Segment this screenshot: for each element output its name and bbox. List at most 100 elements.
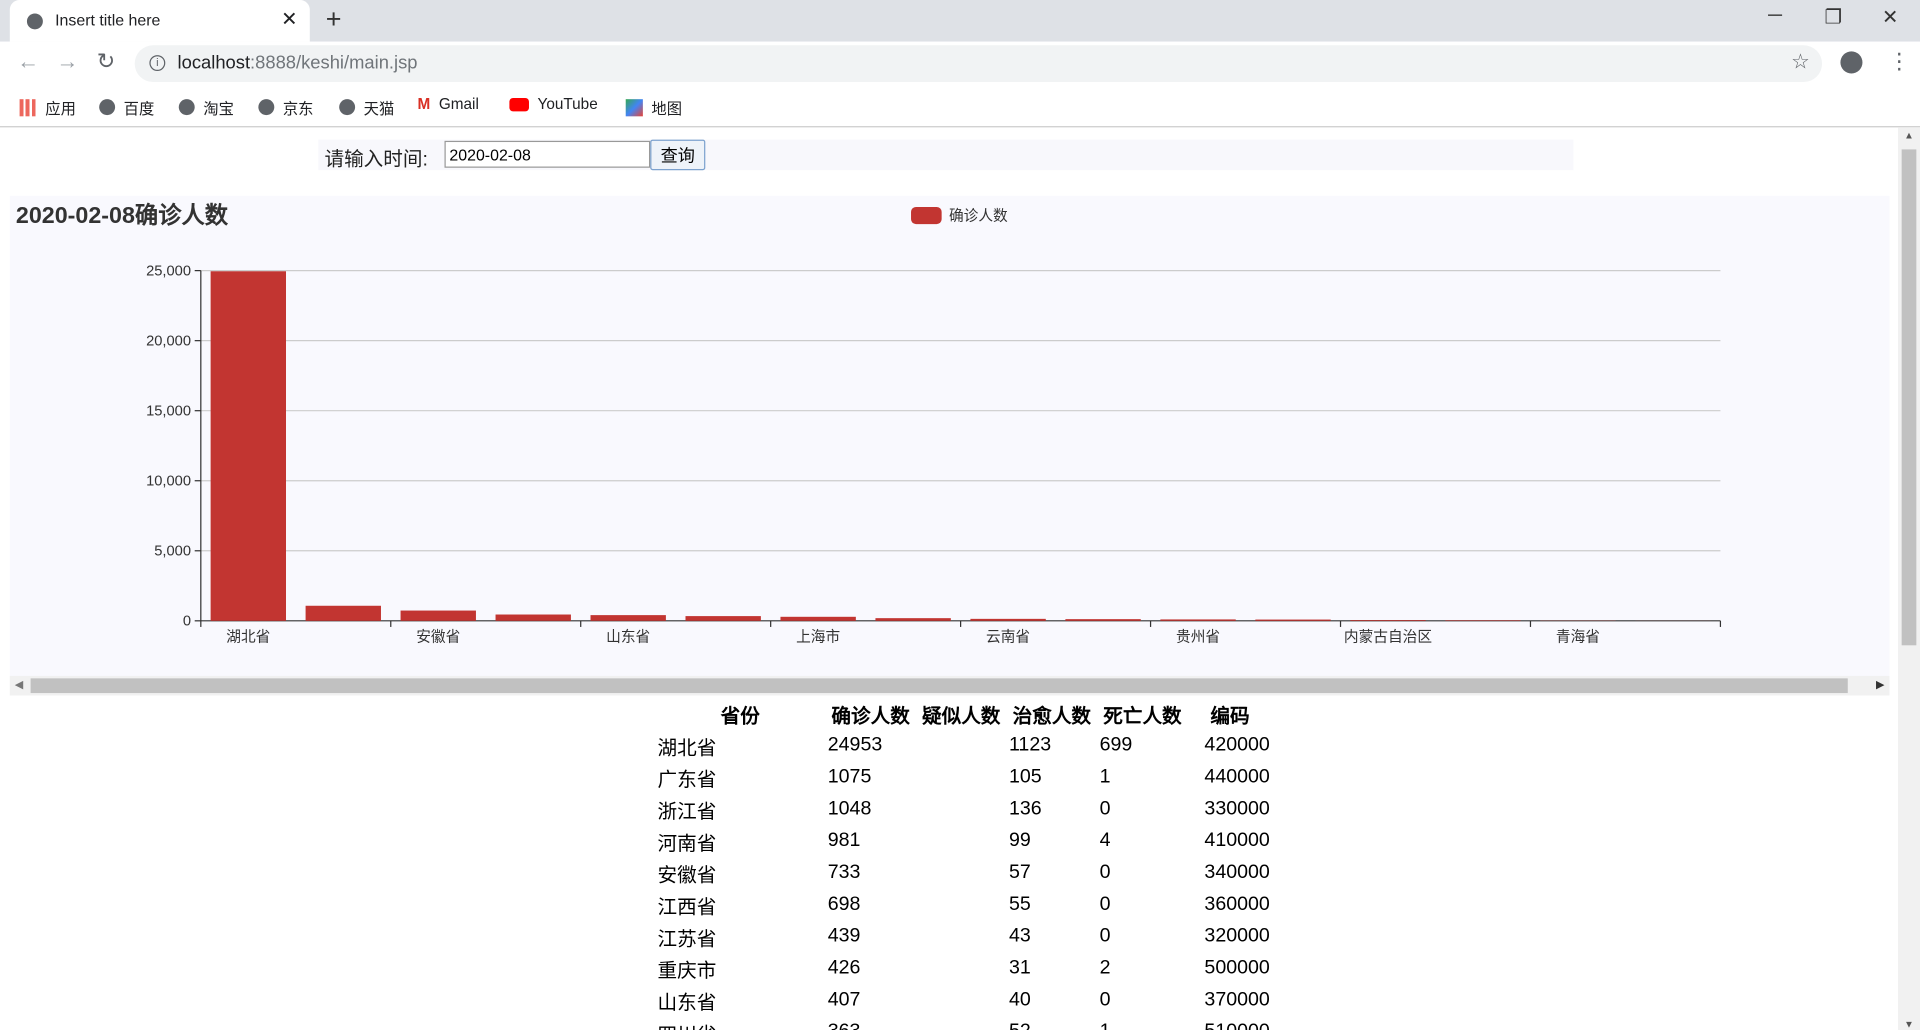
query-button[interactable]: 查询 — [650, 139, 706, 171]
bookmark-maps[interactable]: 地图 — [625, 96, 683, 119]
table-cell: 363 — [825, 1016, 916, 1030]
bar — [1255, 619, 1331, 621]
table-cell: 0 — [1099, 989, 1111, 1011]
url-host: localhost — [177, 52, 251, 74]
table-cell: 1123 — [1008, 734, 1052, 756]
y-tick-label: 25,000 — [146, 264, 191, 280]
close-tab-icon[interactable]: ✕ — [281, 7, 297, 31]
maps-icon — [625, 98, 643, 116]
vertical-scroll-thumb[interactable] — [1901, 149, 1917, 646]
window-close-icon[interactable]: ✕ — [1882, 5, 1898, 29]
table-cell: 重庆市 — [657, 961, 717, 983]
y-tick-label: 15,000 — [146, 404, 191, 420]
bookmark-label: 淘宝 — [203, 100, 234, 118]
url-path: :8888/keshi/main.jsp — [250, 52, 418, 74]
bookmark-tmall[interactable]: 天猫 — [339, 96, 394, 119]
horizontal-scrollbar[interactable]: ◀ ▶ — [9, 675, 1890, 696]
table-cell: 1 — [1097, 1016, 1188, 1030]
table-cell: 2 — [1099, 957, 1111, 979]
bar — [305, 605, 381, 621]
horizontal-scroll-thumb[interactable] — [30, 678, 1848, 694]
x-tick-label: 安徽省 — [416, 629, 460, 646]
table-cell: 699 — [1099, 734, 1133, 756]
profile-avatar-icon[interactable] — [1840, 51, 1863, 74]
forward-icon[interactable]: → — [56, 49, 78, 75]
table-cell: 99 — [1008, 830, 1031, 852]
x-tick-label: 湖北省 — [226, 629, 270, 646]
scroll-down-icon[interactable]: ▼ — [1904, 1019, 1914, 1030]
table-cell — [916, 921, 1007, 953]
table-cell: 40 — [1008, 989, 1031, 1011]
browser-tab[interactable]: Insert title here ✕ — [9, 0, 310, 42]
date-input[interactable] — [444, 140, 651, 168]
gmail-icon: M — [417, 95, 431, 113]
table-row: 浙江省 1048 136 0 330000 — [655, 793, 1272, 825]
back-icon[interactable]: ← — [17, 49, 39, 75]
bar — [1350, 620, 1426, 621]
table-row: 江西省 698 55 0 360000 — [655, 889, 1272, 921]
date-query-form: 请输入时间: 查询 — [318, 139, 1574, 171]
reload-icon[interactable]: ↻ — [97, 49, 115, 75]
bookmark-gmail[interactable]: M Gmail — [418, 96, 479, 113]
table-row: 四川省363 521510000 — [655, 1016, 1272, 1030]
info-icon[interactable]: i — [149, 55, 166, 72]
table-cell: 698 — [827, 893, 861, 915]
legend-swatch — [911, 206, 942, 225]
table-cell: 四川省 — [655, 1016, 825, 1030]
table-cell: 136 — [1008, 798, 1042, 820]
bookmark-youtube[interactable]: YouTube — [509, 96, 598, 113]
bar — [1445, 620, 1521, 621]
bookmark-label: 地图 — [651, 100, 683, 118]
scroll-left-icon[interactable]: ◀ — [15, 678, 23, 691]
column-header: 编码 — [1210, 706, 1250, 728]
legend-label: 确诊人数 — [949, 207, 1008, 224]
bookmark-label: 应用 — [45, 100, 76, 118]
scroll-up-icon[interactable]: ▲ — [1904, 130, 1914, 141]
youtube-icon — [509, 97, 529, 111]
new-tab-button[interactable]: + — [326, 4, 342, 36]
table-cell — [916, 953, 1007, 985]
bookmark-jd[interactable]: 京东 — [258, 96, 313, 119]
bar-chart: 0 5,000 10,000 15,000 20,000 25,000 湖北省 安徽省 山东省 上… — [146, 206, 1722, 646]
table-cell: 440000 — [1204, 766, 1270, 788]
bar — [970, 618, 1046, 621]
x-tick-label: 上海市 — [796, 629, 840, 646]
table-cell: 0 — [1099, 925, 1111, 947]
table-cell: 981 — [827, 830, 861, 852]
bookmark-star-icon[interactable]: ☆ — [1791, 50, 1810, 74]
bookmark-label: 京东 — [282, 100, 314, 118]
scroll-right-icon[interactable]: ▶ — [1876, 678, 1884, 691]
data-table: 省份 确诊人数 疑似人数 治愈人数 死亡人数 编码 湖北省 24953 1123 699 4200… — [655, 698, 1272, 1030]
globe-icon — [339, 99, 356, 116]
date-label: 请输入时间: — [324, 149, 428, 171]
restore-icon[interactable]: ❐ — [1825, 5, 1843, 29]
minimize-icon[interactable]: ─ — [1768, 5, 1782, 27]
bar — [685, 616, 761, 621]
bookmark-apps[interactable]: 应用 — [19, 96, 76, 119]
table-cell — [916, 1016, 1007, 1030]
address-bar[interactable]: i localhost:8888/keshi/main.jsp ☆ — [134, 45, 1823, 83]
bookmark-baidu[interactable]: 百度 — [99, 96, 154, 119]
table-cell — [916, 793, 1007, 825]
page-content: 请输入时间: 查询 2020-02-08确诊人数 05,00010,00015,… — [0, 127, 1898, 1030]
y-tick-label: 0 — [183, 614, 191, 630]
table-cell: 370000 — [1204, 989, 1270, 1011]
bookmark-taobao[interactable]: 淘宝 — [178, 96, 234, 119]
table-row: 江苏省 439 43 0 320000 — [655, 921, 1272, 953]
table-cell: 510000 — [1188, 1016, 1272, 1030]
chart-container: 2020-02-08确诊人数 0 5,000 10,000 15,000 20,000 2… — [9, 195, 1890, 696]
table-cell — [916, 984, 1007, 1016]
column-header: 死亡人数 — [1103, 706, 1182, 728]
menu-kebab-icon[interactable]: ⋮ — [1888, 49, 1910, 75]
vertical-scrollbar[interactable]: ▲ ▼ — [1897, 127, 1920, 1030]
bookmark-label: Gmail — [438, 95, 479, 113]
table-cell: 500000 — [1204, 957, 1270, 979]
table-cell — [916, 730, 1007, 762]
table-header-row: 省份 确诊人数 疑似人数 治愈人数 死亡人数 编码 — [655, 698, 1272, 730]
bar — [210, 271, 286, 621]
table-cell: 55 — [1008, 893, 1031, 915]
table-cell: 43 — [1008, 925, 1031, 947]
table-cell: 407 — [827, 989, 861, 1011]
table-cell: 420000 — [1204, 734, 1270, 756]
bookmark-label: 百度 — [123, 100, 155, 118]
